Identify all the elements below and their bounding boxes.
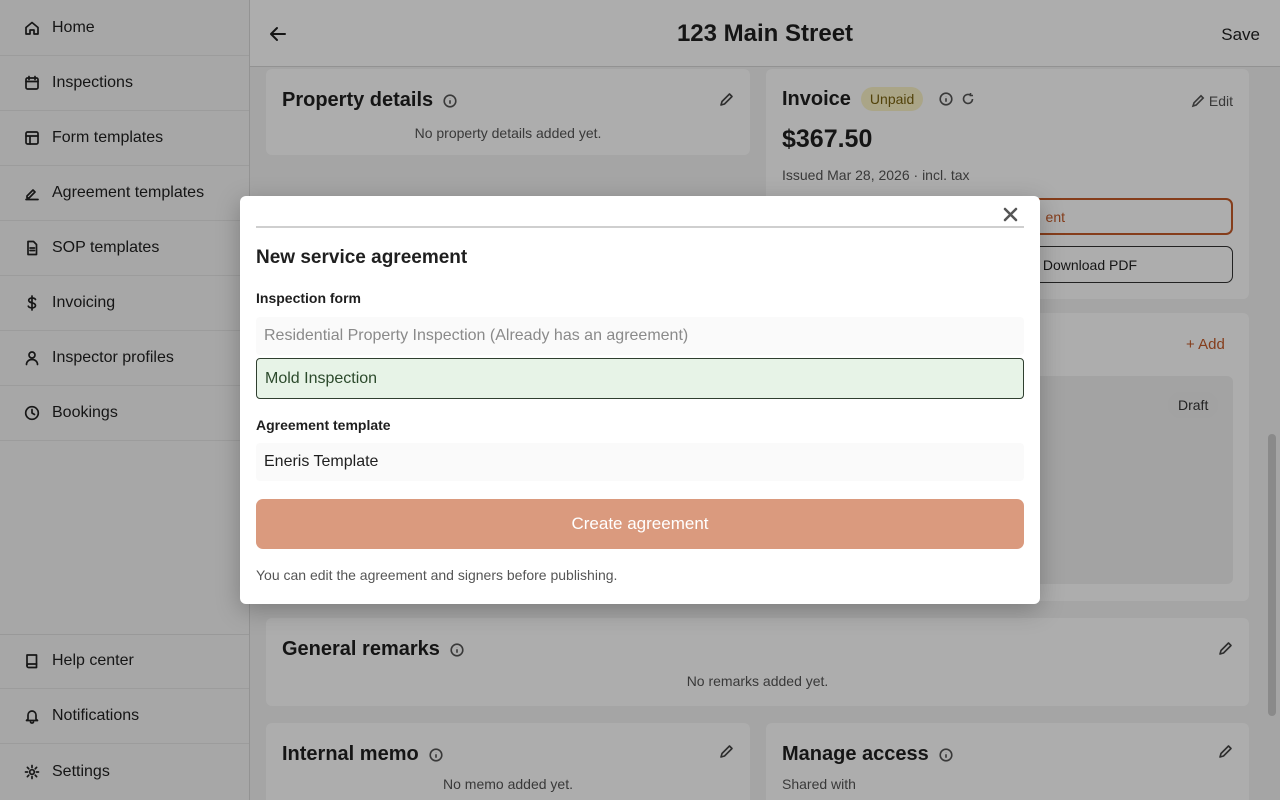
inspection-form-label: Inspection form <box>256 290 362 306</box>
scrollbar-thumb[interactable] <box>1268 434 1276 716</box>
modal-hint-text: You can edit the agreement and signers b… <box>256 567 618 583</box>
agreement-template-label: Agreement template <box>256 417 391 433</box>
inspection-form-option-residential: Residential Property Inspection (Already… <box>256 317 1024 355</box>
modal-divider <box>256 226 1024 228</box>
modal-title: New service agreement <box>256 247 468 268</box>
inspection-form-option-mold[interactable]: Mold Inspection <box>256 358 1024 399</box>
agreement-template-select[interactable]: Eneris Template <box>256 443 1024 481</box>
new-agreement-modal: New service agreement Inspection form Re… <box>240 196 1040 604</box>
close-icon[interactable] <box>1000 204 1020 224</box>
create-agreement-button[interactable]: Create agreement <box>256 499 1024 549</box>
